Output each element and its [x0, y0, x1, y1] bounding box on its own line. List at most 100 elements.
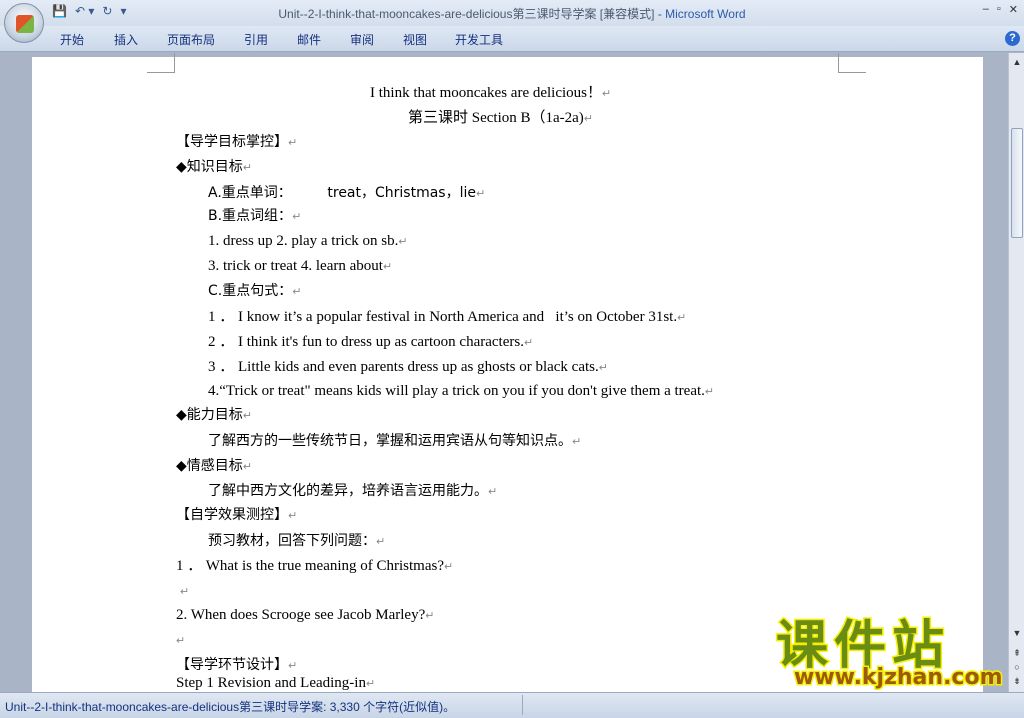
help-button[interactable]: ?	[1005, 31, 1020, 46]
document-line: 2. When does Scrooge see Jacob Marley?↵	[176, 607, 434, 624]
tab-review[interactable]: 审阅	[350, 31, 374, 48]
line-text: B.重点词组：	[208, 208, 293, 224]
document-line: Step 1 Revision and Leading-in↵	[176, 675, 375, 692]
paragraph-mark-icon: ↵	[475, 187, 486, 200]
paragraph-mark-icon: ↵	[365, 678, 376, 690]
document-line: ↵	[176, 632, 185, 649]
scroll-down-icon[interactable]: ▼	[1011, 628, 1023, 638]
crop-mark	[147, 53, 175, 73]
watermark-url: www.kjzhan.com	[793, 664, 1005, 691]
scroll-thumb[interactable]	[1011, 128, 1023, 238]
line-text: 了解西方的一些传统节日，掌握和运用宾语从句等知识点。	[208, 433, 572, 449]
paragraph-mark-icon: ↵	[176, 635, 186, 647]
line-text: 1 ． What is the true meaning of Christma…	[176, 558, 445, 574]
paragraph-mark-icon: ↵	[677, 312, 687, 324]
status-bar: Unit--2-I-think-that-mooncakes-are-delic…	[0, 692, 1024, 718]
paragraph-mark-icon: ↵	[288, 136, 298, 149]
paragraph-mark-icon: ↵	[180, 586, 190, 598]
line-text: 4.“Trick or treat" means kids will play …	[208, 383, 705, 399]
tab-page-layout[interactable]: 页面布局	[167, 31, 215, 48]
next-page-icon[interactable]: ⇟	[1011, 676, 1023, 687]
paragraph-mark-icon: ↵	[288, 509, 298, 522]
tab-home[interactable]: 开始	[60, 31, 84, 48]
tab-developer[interactable]: 开发工具	[455, 31, 503, 48]
divider	[522, 695, 523, 715]
paragraph-mark-icon: ↵	[488, 485, 498, 498]
document-line: 预习教材，回答下列问题：↵	[208, 533, 385, 550]
line-text: C.重点句式：	[208, 283, 293, 299]
line-text: Step 1 Revision and Leading-in	[176, 675, 366, 691]
line-text: ◆情感目标	[176, 458, 243, 474]
document-line: 1 ． I know it’s a popular festival in No…	[208, 309, 686, 326]
line-text: 2. When does Scrooge see Jacob Marley?	[176, 607, 426, 623]
document-line: 【导学环节设计】↵	[176, 657, 297, 674]
line-text: 3. trick or treat 4. learn about	[208, 258, 383, 274]
close-button[interactable]: ✕	[1009, 3, 1018, 16]
paragraph-mark-icon: ↵	[292, 285, 302, 298]
paragraph-mark-icon: ↵	[444, 561, 454, 573]
document-line: 3. trick or treat 4. learn about↵	[208, 258, 392, 275]
line-text: 了解中西方文化的差异，培养语言运用能力。	[208, 483, 488, 499]
document-line: C.重点句式：↵	[208, 283, 301, 300]
tab-references[interactable]: 引用	[244, 31, 268, 48]
document-line: 2 ． I think it's fun to dress up as cart…	[208, 334, 533, 351]
app-name: - Microsoft Word	[654, 7, 746, 21]
line-text: 预习教材，回答下列问题：	[208, 533, 376, 549]
paragraph-mark-icon: ↵	[602, 88, 612, 100]
document-line: A.重点单词： treat，Christmas，lie↵	[208, 185, 485, 202]
line-text: 3 ． Little kids and even parents dress u…	[208, 359, 599, 375]
line-text: ◆知识目标	[176, 159, 243, 175]
line-text: A.重点单词： treat，Christmas，lie	[208, 185, 476, 201]
document-line: 4.“Trick or treat" means kids will play …	[208, 383, 714, 400]
line-text: 第三课时 Section B（1a-2a)	[408, 110, 584, 126]
document-line: 了解西方的一些传统节日，掌握和运用宾语从句等知识点。↵	[208, 433, 581, 450]
document-line: 1 ． What is the true meaning of Christma…	[176, 558, 453, 575]
document-line: 【导学目标掌控】↵	[176, 134, 297, 151]
paragraph-mark-icon: ↵	[242, 409, 252, 422]
document-line: 了解中西方文化的差异，培养语言运用能力。↵	[208, 483, 497, 500]
office-logo-icon	[16, 15, 34, 33]
document-line: 【自学效果测控】↵	[176, 507, 297, 524]
paragraph-mark-icon: ↵	[376, 535, 386, 548]
paragraph-mark-icon: ↵	[523, 337, 534, 349]
vertical-scrollbar[interactable]: ▲ ▼ ⇞ ○ ⇟	[1008, 53, 1024, 692]
paragraph-mark-icon: ↵	[242, 161, 252, 174]
minimize-button[interactable]: –	[983, 3, 989, 16]
previous-page-icon[interactable]: ⇞	[1011, 648, 1023, 659]
office-button[interactable]	[4, 3, 44, 43]
window-title: Unit--2-I-think-that-mooncakes-are-delic…	[0, 5, 1024, 22]
paragraph-mark-icon: ↵	[382, 261, 393, 273]
document-line: ◆能力目标↵	[176, 407, 252, 424]
paragraph-mark-icon: ↵	[242, 460, 252, 473]
line-text: 【导学环节设计】	[176, 657, 288, 673]
scroll-up-icon[interactable]: ▲	[1011, 57, 1023, 67]
line-text: 2 ． I think it's fun to dress up as cart…	[208, 334, 524, 350]
tab-view[interactable]: 视图	[403, 31, 427, 48]
tab-insert[interactable]: 插入	[114, 31, 138, 48]
line-text: 【自学效果测控】	[176, 507, 288, 523]
paragraph-mark-icon: ↵	[598, 362, 608, 374]
line-text: 1 ． I know it’s a popular festival in No…	[208, 309, 678, 325]
watermark-logo: 课件站 www.kjzhan.com	[774, 617, 1006, 692]
paragraph-mark-icon: ↵	[704, 386, 715, 398]
document-title: Unit--2-I-think-that-mooncakes-are-delic…	[278, 7, 655, 21]
document-line: ↵	[180, 583, 189, 600]
paragraph-mark-icon: ↵	[572, 435, 582, 448]
paragraph-mark-icon: ↵	[425, 610, 435, 622]
paragraph-mark-icon: ↵	[292, 210, 302, 223]
tab-mailings[interactable]: 邮件	[297, 31, 321, 48]
document-line: ◆知识目标↵	[176, 159, 252, 176]
browse-object-icon[interactable]: ○	[1011, 662, 1023, 672]
document-line: ◆情感目标↵	[176, 458, 252, 475]
line-text: 【导学目标掌控】	[176, 134, 288, 150]
document-line: 1. dress up 2. play a trick on sb.↵	[208, 233, 408, 250]
line-text: I think that mooncakes are delicious！	[370, 85, 603, 101]
restore-button[interactable]: ▫	[997, 3, 1001, 16]
paragraph-mark-icon: ↵	[288, 659, 298, 672]
ribbon-tabs: 开始 插入 页面布局 引用 邮件 审阅 视图 开发工具 ?	[0, 26, 1024, 52]
title-bar: 💾 ↶ ▾ ↻ ▾ Unit--2-I-think-that-mooncakes…	[0, 0, 1024, 26]
paragraph-mark-icon: ↵	[398, 236, 408, 248]
line-text: ◆能力目标	[176, 407, 243, 423]
document-line: 第三课时 Section B（1a-2a)↵	[408, 110, 593, 127]
document-line: B.重点词组：↵	[208, 208, 301, 225]
